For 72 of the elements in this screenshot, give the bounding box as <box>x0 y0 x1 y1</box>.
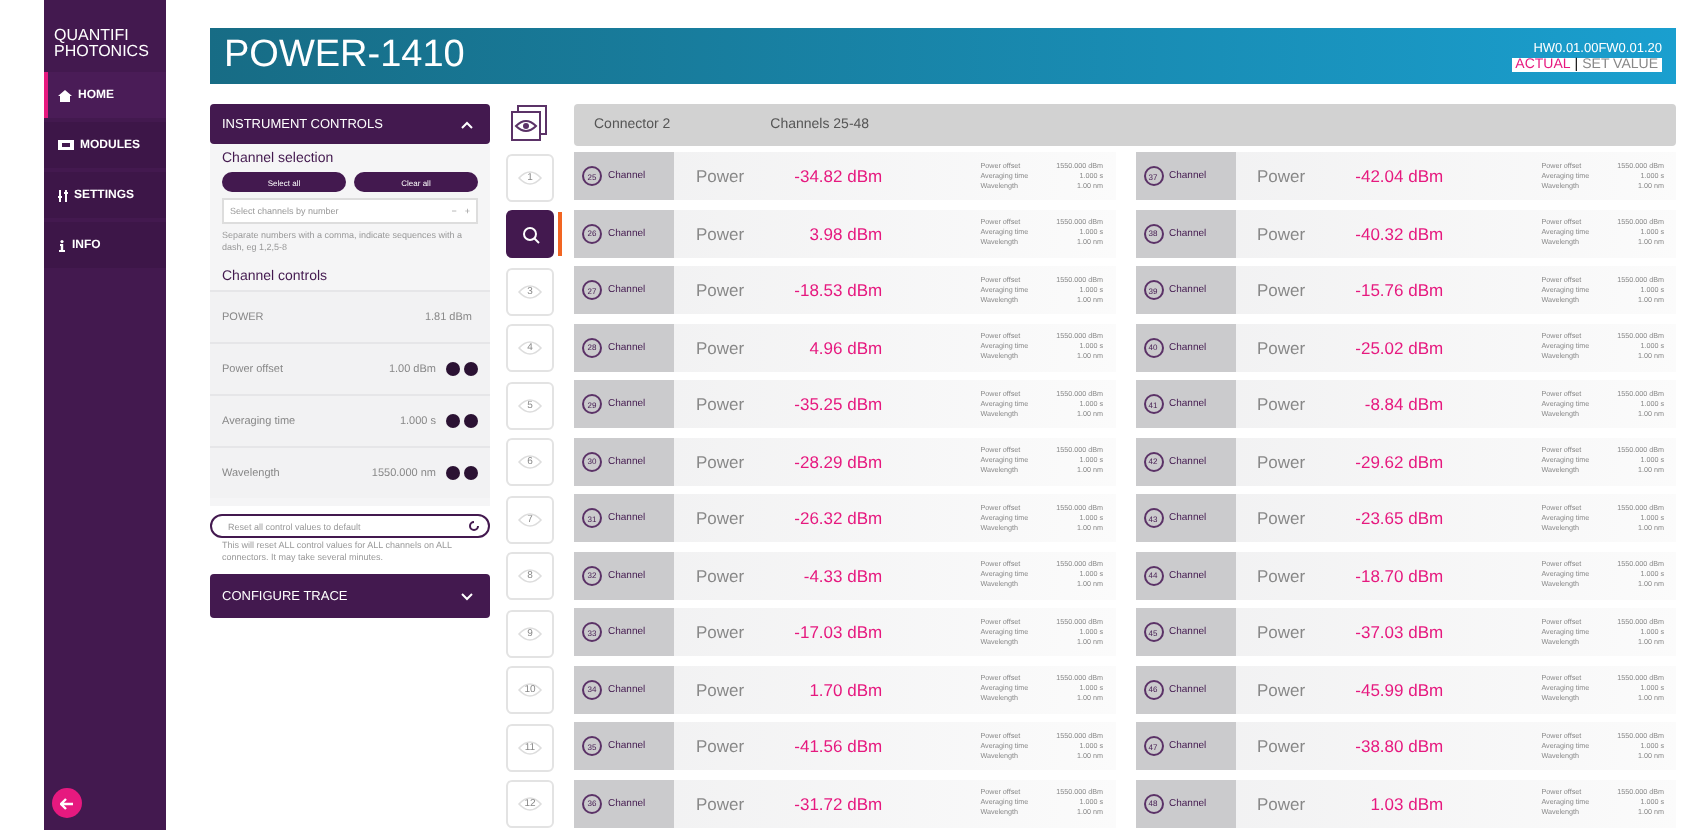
power-label: Power <box>1257 223 1306 243</box>
power-value: -23.65 dBm <box>1353 508 1444 528</box>
eye-icon <box>518 796 542 812</box>
power-value: 4.96 dBm <box>807 337 883 357</box>
power-value: -45.99 dBm <box>1353 679 1444 699</box>
info-icon <box>58 239 66 251</box>
power-label: Power <box>1257 337 1306 357</box>
power-label: Power <box>696 679 745 699</box>
power-value: -35.25 dBm <box>792 394 883 414</box>
power-label: Power <box>696 508 745 528</box>
power-label: Power <box>1257 736 1306 756</box>
power-label: Power <box>696 223 745 243</box>
power-label: Power <box>1257 793 1306 813</box>
back-button[interactable] <box>52 788 82 818</box>
eye-icon <box>518 397 542 413</box>
power-value: -42.04 dBm <box>1353 166 1444 186</box>
power-label: Power <box>1257 166 1306 186</box>
power-value: -31.72 dBm <box>792 793 883 813</box>
power-label: Power <box>1257 622 1306 642</box>
power-value: 3.98 dBm <box>807 223 883 243</box>
arrow-left-icon <box>60 797 74 809</box>
page-title: POWER-1410 <box>224 34 465 78</box>
eye-icon <box>518 454 542 470</box>
power-label: Power <box>696 280 745 300</box>
refresh-icon <box>468 520 480 532</box>
power-value: -38.80 dBm <box>1353 736 1444 756</box>
power-label: Power <box>1257 394 1306 414</box>
power-value: -4.33 dBm <box>801 565 883 585</box>
eye-icon <box>518 682 542 698</box>
power-label: Power <box>696 394 745 414</box>
power-label: Power <box>1257 508 1306 528</box>
power-label: Power <box>696 166 745 186</box>
logo: QUANTIFI PHOTONICS <box>52 24 151 64</box>
eye-icon <box>518 739 542 755</box>
module-icon <box>58 140 74 150</box>
power-label: Power <box>1257 451 1306 471</box>
power-label: Power <box>1257 679 1306 699</box>
eye-icon <box>518 169 542 185</box>
power-value: -25.02 dBm <box>1353 337 1444 357</box>
chevron-up-icon <box>460 119 474 129</box>
power-value: -17.03 dBm <box>792 622 883 642</box>
sliders-icon <box>58 189 68 201</box>
power-value: -29.62 dBm <box>1353 451 1444 471</box>
search-icon <box>521 225 539 243</box>
power-value: 1.70 dBm <box>807 679 883 699</box>
power-label: Power <box>696 337 745 357</box>
eye-icon <box>518 283 542 299</box>
power-value: -37.03 dBm <box>1353 622 1444 642</box>
power-value: -40.32 dBm <box>1353 223 1444 243</box>
power-value: -28.29 dBm <box>792 451 883 471</box>
eye-icon <box>518 340 542 356</box>
power-value: -41.56 dBm <box>792 736 883 756</box>
power-label: Power <box>696 565 745 585</box>
eye-icon <box>518 568 542 584</box>
chevron-down-icon <box>460 591 474 601</box>
power-label: Power <box>696 622 745 642</box>
power-value: -15.76 dBm <box>1353 280 1444 300</box>
power-label: Power <box>696 451 745 471</box>
power-value: -8.84 dBm <box>1362 394 1444 414</box>
home-icon <box>58 89 72 101</box>
power-value: -26.32 dBm <box>792 508 883 528</box>
eye-stack-icon[interactable] <box>510 104 550 144</box>
power-label: Power <box>1257 280 1306 300</box>
eye-icon <box>518 625 542 641</box>
power-value: -18.70 dBm <box>1353 565 1444 585</box>
power-label: Power <box>696 793 745 813</box>
power-value: -18.53 dBm <box>792 280 883 300</box>
power-value: -34.82 dBm <box>792 166 883 186</box>
power-value: 1.03 dBm <box>1368 793 1444 813</box>
power-label: Power <box>1257 565 1306 585</box>
eye-icon <box>518 511 542 527</box>
power-label: Power <box>696 736 745 756</box>
